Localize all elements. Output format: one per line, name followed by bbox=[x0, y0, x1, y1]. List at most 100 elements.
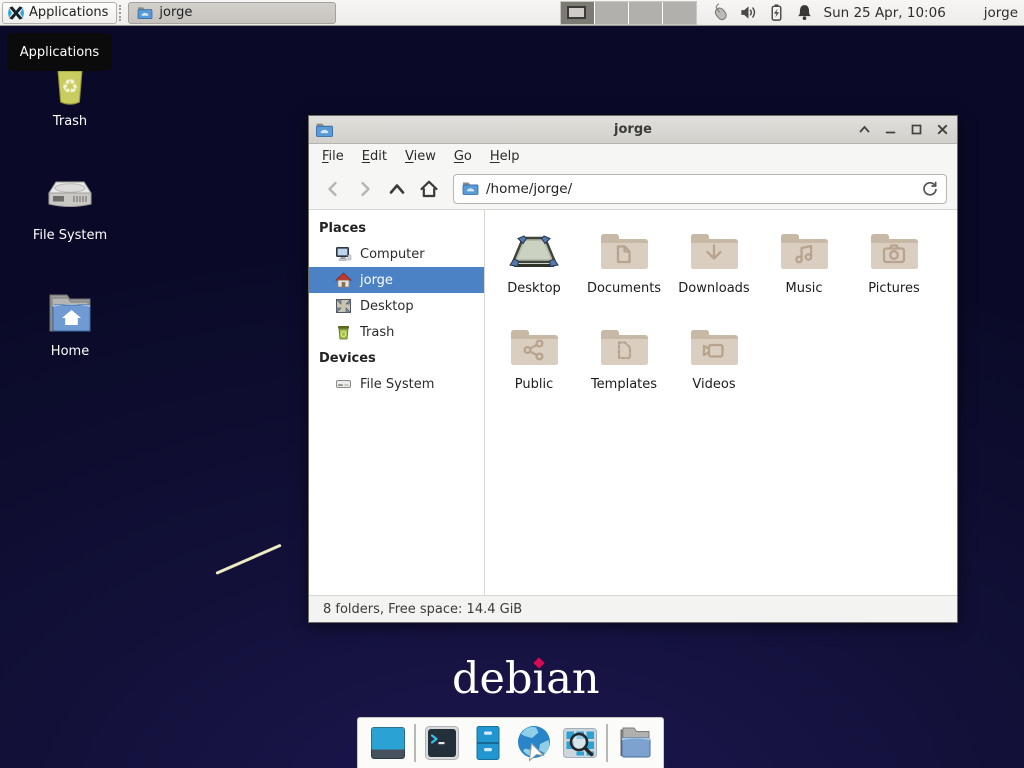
workspace-switcher bbox=[560, 1, 697, 25]
drive-small-icon bbox=[335, 376, 352, 392]
window-menu-icon[interactable] bbox=[315, 122, 334, 138]
places-sidebar: Places Computer jorge Desktop Trash Devi… bbox=[309, 210, 485, 595]
sidebar-item-jorge[interactable]: jorge bbox=[309, 267, 484, 293]
sidebar-item-file-system[interactable]: File System bbox=[309, 371, 484, 397]
applications-menu-button[interactable]: Applications bbox=[2, 2, 117, 24]
sidebar-item-label: Trash bbox=[360, 325, 394, 340]
titlebar-buttons bbox=[855, 121, 951, 139]
sidebar-item-label: File System bbox=[360, 377, 434, 392]
computer-icon bbox=[335, 246, 352, 262]
folder-videos-icon bbox=[687, 324, 741, 370]
forward-button bbox=[351, 175, 379, 203]
statusbar-text: 8 folders, Free space: 14.4 GiB bbox=[323, 602, 522, 617]
menu-go[interactable]: Go bbox=[445, 146, 481, 167]
file-item-music[interactable]: Music bbox=[759, 226, 849, 322]
file-item-label: Templates bbox=[579, 377, 669, 392]
desktop-icon-label: File System bbox=[20, 228, 120, 243]
folder-documents-icon bbox=[597, 228, 651, 274]
desktop-icon-home[interactable]: Home bbox=[20, 290, 120, 359]
file-manager-window: jorge FileEditViewGoHelp Places Computer… bbox=[308, 115, 958, 623]
workspace-4[interactable] bbox=[663, 2, 696, 24]
file-grid: Desktop Documents Downloads Music Pictur… bbox=[485, 210, 957, 595]
menubar: FileEditViewGoHelp bbox=[309, 144, 957, 169]
applications-tooltip-text: Applications bbox=[20, 45, 99, 60]
home-folder-desktop-icon bbox=[46, 290, 94, 336]
file-item-documents[interactable]: Documents bbox=[579, 226, 669, 322]
file-item-label: Public bbox=[489, 377, 579, 392]
reload-icon[interactable] bbox=[921, 180, 939, 198]
xfce-menu-icon bbox=[8, 5, 24, 21]
dock-separator bbox=[606, 724, 608, 762]
home-button[interactable] bbox=[415, 175, 443, 203]
debian-red-dot bbox=[533, 657, 544, 668]
clock[interactable]: Sun 25 Apr, 10:06 bbox=[824, 5, 946, 21]
sidebar-section-header: Places bbox=[309, 215, 484, 241]
filesystem-drive-icon bbox=[46, 174, 94, 220]
home-red-roof-icon bbox=[335, 272, 352, 288]
sidebar-item-label: Desktop bbox=[360, 299, 414, 314]
dock-application-finder[interactable] bbox=[560, 723, 600, 763]
desktop-places-icon bbox=[335, 298, 352, 314]
mouse-icon[interactable] bbox=[711, 3, 730, 22]
path-input[interactable] bbox=[453, 174, 947, 204]
taskbar-window-button[interactable]: jorge bbox=[128, 2, 336, 24]
close-button[interactable] bbox=[933, 121, 951, 139]
shade-button[interactable] bbox=[855, 121, 873, 139]
maximize-button[interactable] bbox=[907, 121, 925, 139]
wallpaper-scratch-line bbox=[215, 544, 281, 575]
folder-templates-icon bbox=[597, 324, 651, 370]
applications-menu-label: Applications bbox=[29, 5, 108, 20]
sidebar-item-label: Computer bbox=[360, 247, 425, 262]
file-item-downloads[interactable]: Downloads bbox=[669, 226, 759, 322]
minimize-button[interactable] bbox=[881, 121, 899, 139]
panel-username[interactable]: jorge bbox=[984, 5, 1018, 21]
battery-charging-icon[interactable] bbox=[767, 3, 786, 22]
menu-view[interactable]: View bbox=[396, 146, 445, 167]
statusbar: 8 folders, Free space: 14.4 GiB bbox=[309, 595, 957, 622]
dock-web-browser[interactable] bbox=[514, 723, 554, 763]
dock-show-desktop[interactable] bbox=[368, 723, 408, 763]
notifications-bell-icon[interactable] bbox=[795, 3, 814, 22]
debian-wallpaper-logo: debıan bbox=[452, 658, 600, 701]
sidebar-item-trash[interactable]: Trash bbox=[309, 319, 484, 345]
file-item-videos[interactable]: Videos bbox=[669, 322, 759, 418]
file-item-label: Desktop bbox=[489, 281, 579, 296]
menu-help[interactable]: Help bbox=[481, 146, 529, 167]
file-item-desktop[interactable]: Desktop bbox=[489, 226, 579, 322]
window-titlebar[interactable]: jorge bbox=[309, 116, 957, 144]
dock-panel bbox=[357, 717, 664, 768]
workspace-2[interactable] bbox=[595, 2, 628, 24]
panel-grip[interactable] bbox=[119, 5, 126, 21]
file-item-label: Videos bbox=[669, 377, 759, 392]
desktop-icon-label: Home bbox=[20, 344, 120, 359]
workspace-3[interactable] bbox=[629, 2, 662, 24]
dock-file-manager[interactable] bbox=[468, 723, 508, 763]
folder-public-icon bbox=[507, 324, 561, 370]
menu-file[interactable]: File bbox=[313, 146, 353, 167]
folder-downloads-icon bbox=[687, 228, 741, 274]
file-item-label: Pictures bbox=[849, 281, 939, 296]
file-item-pictures[interactable]: Pictures bbox=[849, 226, 939, 322]
menu-edit[interactable]: Edit bbox=[353, 146, 396, 167]
folder-window-icon bbox=[137, 6, 153, 20]
up-button[interactable] bbox=[383, 175, 411, 203]
volume-icon[interactable] bbox=[739, 3, 758, 22]
top-panel: Applications jorge Sun 25 Apr, 10:06 jor… bbox=[0, 0, 1024, 26]
desktop-icon-file-system[interactable]: File System bbox=[20, 174, 120, 243]
workspace-1[interactable] bbox=[561, 2, 594, 24]
dock-terminal[interactable] bbox=[422, 723, 462, 763]
sidebar-item-label: jorge bbox=[360, 273, 393, 288]
dock-file-browser[interactable] bbox=[614, 723, 654, 763]
sidebar-item-desktop[interactable]: Desktop bbox=[309, 293, 484, 319]
toolbar bbox=[309, 169, 957, 210]
workspace-window-preview bbox=[567, 6, 586, 19]
back-button bbox=[319, 175, 347, 203]
file-item-templates[interactable]: Templates bbox=[579, 322, 669, 418]
sidebar-section-header: Devices bbox=[309, 345, 484, 371]
nav-buttons bbox=[319, 175, 443, 203]
sidebar-item-computer[interactable]: Computer bbox=[309, 241, 484, 267]
file-item-public[interactable]: Public bbox=[489, 322, 579, 418]
pathbar bbox=[453, 174, 947, 204]
dock-separator bbox=[414, 724, 416, 762]
file-item-label: Music bbox=[759, 281, 849, 296]
